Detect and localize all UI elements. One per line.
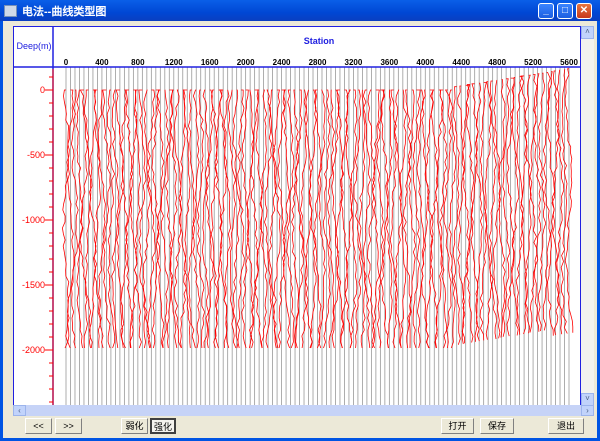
app-window: 电法--曲线类型图 _ □ ✕ Station Deep(m) 0 400 800 1… — [0, 0, 600, 441]
maximize-button[interactable]: □ — [557, 3, 573, 19]
window-title: 电法--曲线类型图 — [22, 5, 107, 18]
scroll-right-button[interactable]: › — [581, 405, 594, 416]
x-tick-label: 1600 — [201, 58, 219, 67]
next-button[interactable]: >> — [55, 418, 82, 434]
minimize-button[interactable]: _ — [538, 3, 554, 19]
app-icon — [4, 4, 17, 17]
x-tick-label: 0 — [64, 58, 69, 67]
chart-svg: Station Deep(m) 0 400 800 1200 1600 2000 2400 2… — [14, 27, 580, 405]
horizontal-scrollbar[interactable]: ‹ › — [13, 405, 594, 416]
open-button[interactable]: 打开 — [441, 418, 474, 434]
station-curve — [399, 89, 407, 349]
x-tick-label: 400 — [95, 58, 109, 67]
x-tick-label: 3200 — [345, 58, 363, 67]
x-tick-label: 5600 — [560, 58, 578, 67]
y-tick-label: -1500 — [22, 280, 45, 290]
station-curve — [246, 89, 255, 349]
x-tick-label: 2000 — [237, 58, 255, 67]
prev-button[interactable]: << — [25, 418, 52, 434]
exit-button[interactable]: 退出 — [548, 418, 584, 434]
x-tick-label: 1200 — [165, 58, 183, 67]
curve-plot: Station Deep(m) 0 400 800 1200 1600 2000 2400 2… — [13, 26, 581, 406]
x-tick-label: 4400 — [452, 58, 470, 67]
title-bar: 电法--曲线类型图 _ □ ✕ — [0, 0, 600, 21]
x-tick-label: 4800 — [488, 58, 506, 67]
scroll-up-button[interactable]: ˄ — [581, 26, 594, 39]
vertical-scrollbar[interactable]: ˄ ˅ — [581, 26, 594, 406]
x-tick-label: 2400 — [273, 58, 291, 67]
y-tick-label: -2000 — [22, 345, 45, 355]
y-tick-label: -500 — [27, 150, 45, 160]
x-tick-label: 3600 — [380, 58, 398, 67]
x-tick-label: 5200 — [524, 58, 542, 67]
close-button[interactable]: ✕ — [576, 3, 592, 19]
save-button[interactable]: 保存 — [480, 418, 514, 434]
x-tick-label: 800 — [131, 58, 145, 67]
station-curve — [223, 89, 231, 349]
y-axis-title: Deep(m) — [16, 41, 51, 51]
weaken-button[interactable]: 弱化 — [121, 418, 148, 434]
scroll-left-button[interactable]: ‹ — [13, 405, 26, 416]
x-tick-label: 2800 — [309, 58, 327, 67]
strengthen-button[interactable]: 强化 — [150, 418, 176, 434]
y-tick-label: -1000 — [22, 215, 45, 225]
x-tick-label: 4000 — [416, 58, 434, 67]
y-tick-label: 0 — [40, 85, 45, 95]
x-axis-title: Station — [304, 36, 335, 46]
